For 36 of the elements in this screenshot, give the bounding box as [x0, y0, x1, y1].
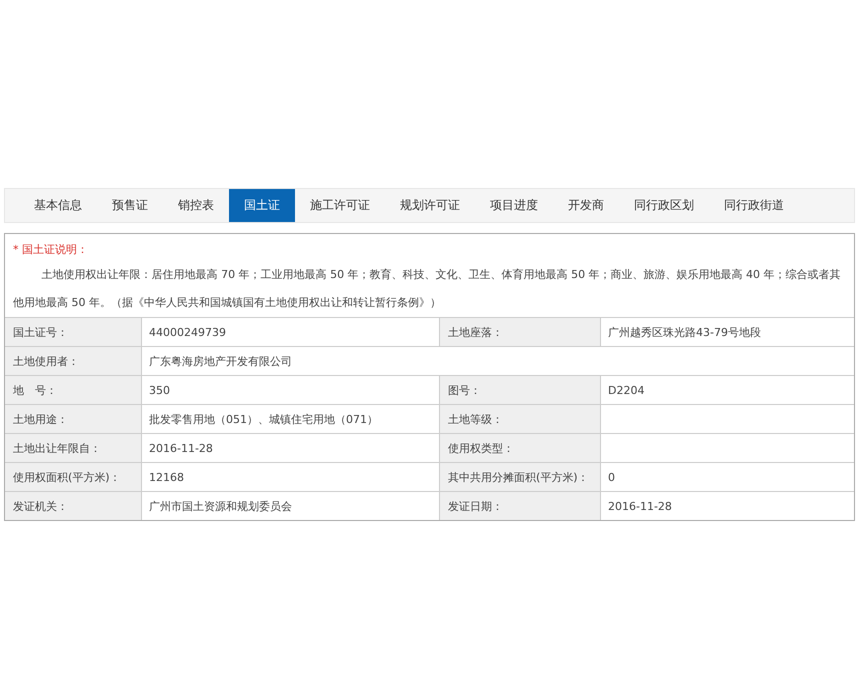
field-label: 发证机关：: [5, 492, 142, 520]
field-label: 地 号：: [5, 376, 142, 404]
tab[interactable]: 国土证: [229, 189, 295, 222]
field-value: 广东粤海房地产开发有限公司: [148, 354, 293, 370]
field-value: 批发零售用地（051）、城镇住宅用地（071）: [148, 412, 379, 428]
field-label: 土地出让年限自：: [5, 434, 142, 462]
field-label: 国土证号：: [5, 318, 142, 346]
field-label: 土地等级：: [439, 405, 601, 433]
field-value: 0: [607, 470, 616, 486]
notice-title: * 国土证说明：: [12, 242, 89, 258]
field-label: 土地使用者：: [5, 347, 142, 375]
notice-text: 土地使用权出让年限：居住用地最高 70 年；工业用地最高 50 年；教育、科技、文化、卫生、体育用地最高 50 年；商业、旅游、娱乐用地最高 40 年；综合或者其他用地最高 50 年。（据《中华人民共和国城镇国有土地使用权出让和转让暂行条例》）: [12, 267, 842, 311]
tab[interactable]: 同行政区划: [619, 189, 709, 222]
field-value: 广州市国土资源和规划委员会: [148, 498, 293, 514]
field-label: 其中共用分摊面积(平方米)：: [439, 463, 601, 491]
tab[interactable]: 基本信息: [19, 189, 97, 222]
tab[interactable]: 开发商: [553, 189, 619, 222]
field-label: 使用权类型：: [439, 434, 601, 462]
field-value: 2016-11-28: [607, 498, 673, 514]
tab[interactable]: 施工许可证: [295, 189, 385, 222]
field-value: 44000249739: [148, 324, 227, 340]
tab[interactable]: 规划许可证: [385, 189, 475, 222]
field-label: 图号：: [439, 376, 601, 404]
field-value: 350: [148, 382, 171, 398]
field-label: 土地用途：: [5, 405, 142, 433]
field-value: D2204: [607, 382, 646, 398]
field-value: 2016-11-28: [148, 440, 214, 456]
field-label: 土地座落：: [439, 318, 601, 346]
tab[interactable]: 同行政街道: [709, 189, 799, 222]
field-label: 使用权面积(平方米)：: [5, 463, 142, 491]
tab[interactable]: 项目进度: [475, 189, 553, 222]
field-label: 发证日期：: [439, 492, 601, 520]
tab[interactable]: 销控表: [163, 189, 229, 222]
field-value: 12168: [148, 470, 185, 486]
tab[interactable]: 预售证: [97, 189, 163, 222]
field-value: 广州越秀区珠光路43-79号地段: [607, 324, 762, 340]
